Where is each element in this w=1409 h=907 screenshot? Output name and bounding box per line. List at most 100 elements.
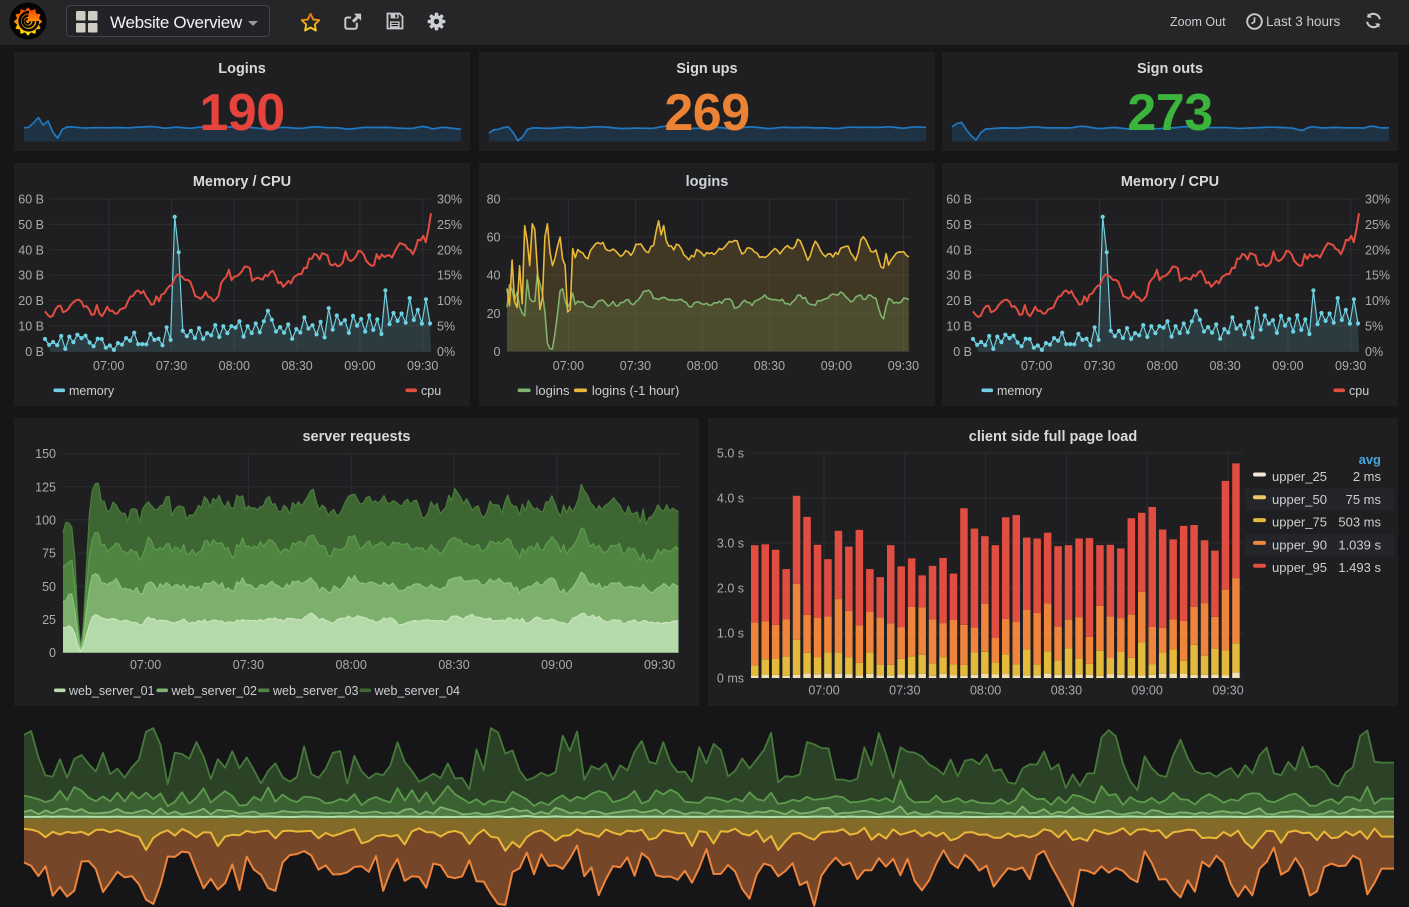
- svg-text:07:30: 07:30: [1084, 359, 1115, 373]
- svg-text:08:00: 08:00: [336, 658, 367, 672]
- svg-text:100: 100: [35, 513, 56, 527]
- svg-text:20%: 20%: [437, 243, 462, 257]
- svg-text:1.0 s: 1.0 s: [717, 627, 744, 641]
- svg-text:20 B: 20 B: [946, 294, 972, 308]
- svg-text:upper_75: upper_75: [1272, 515, 1327, 530]
- svg-text:09:30: 09:30: [1335, 359, 1366, 373]
- svg-text:08:00: 08:00: [219, 359, 250, 373]
- svg-text:08:00: 08:00: [1147, 359, 1178, 373]
- svg-text:30%: 30%: [437, 193, 462, 207]
- svg-text:08:30: 08:30: [1051, 684, 1082, 698]
- svg-text:20 B: 20 B: [18, 294, 44, 308]
- svg-text:web_server_01: web_server_01: [68, 684, 155, 698]
- svg-text:30 B: 30 B: [18, 269, 44, 283]
- svg-text:80: 80: [487, 193, 501, 207]
- svg-text:07:00: 07:00: [130, 658, 161, 672]
- svg-text:web_server_04: web_server_04: [374, 684, 461, 698]
- svg-text:50 B: 50 B: [18, 218, 44, 232]
- svg-text:5%: 5%: [1365, 320, 1383, 334]
- svg-text:15%: 15%: [1365, 269, 1390, 283]
- svg-text:09:30: 09:30: [644, 658, 675, 672]
- svg-text:client side full page load: client side full page load: [969, 429, 1137, 445]
- svg-text:Memory / CPU: Memory / CPU: [1121, 174, 1219, 190]
- svg-text:09:30: 09:30: [407, 359, 438, 373]
- svg-text:5.0 s: 5.0 s: [717, 447, 744, 461]
- svg-text:avg: avg: [1359, 452, 1381, 467]
- svg-text:08:30: 08:30: [754, 359, 785, 373]
- svg-text:memory: memory: [997, 384, 1043, 398]
- svg-text:25%: 25%: [437, 218, 462, 232]
- svg-text:upper_90: upper_90: [1272, 537, 1327, 552]
- svg-text:logins: logins: [686, 174, 729, 190]
- svg-text:2.0 s: 2.0 s: [717, 582, 744, 596]
- svg-text:cpu: cpu: [421, 384, 441, 398]
- svg-text:30%: 30%: [1365, 193, 1390, 207]
- svg-text:07:00: 07:00: [1021, 359, 1052, 373]
- svg-text:4.0 s: 4.0 s: [717, 492, 744, 506]
- svg-text:1.039 s: 1.039 s: [1338, 537, 1381, 552]
- svg-text:08:00: 08:00: [970, 684, 1001, 698]
- svg-text:50: 50: [42, 580, 56, 594]
- svg-text:07:30: 07:30: [889, 684, 920, 698]
- svg-text:09:30: 09:30: [888, 359, 919, 373]
- svg-text:60: 60: [487, 231, 501, 245]
- svg-text:40: 40: [487, 269, 501, 283]
- svg-text:0 ms: 0 ms: [717, 672, 744, 686]
- svg-text:50 B: 50 B: [946, 218, 972, 232]
- svg-text:2 ms: 2 ms: [1353, 469, 1382, 484]
- svg-text:upper_50: upper_50: [1272, 492, 1327, 507]
- svg-text:20: 20: [487, 307, 501, 321]
- svg-text:40 B: 40 B: [946, 243, 972, 257]
- svg-text:20%: 20%: [1365, 243, 1390, 257]
- svg-text:503 ms: 503 ms: [1338, 515, 1381, 530]
- svg-text:upper_25: upper_25: [1272, 469, 1327, 484]
- svg-text:08:00: 08:00: [687, 359, 718, 373]
- svg-text:3.0 s: 3.0 s: [717, 537, 744, 551]
- svg-text:logins: logins: [536, 383, 570, 398]
- svg-text:15%: 15%: [437, 269, 462, 283]
- svg-text:09:00: 09:00: [821, 359, 852, 373]
- svg-text:5%: 5%: [437, 320, 455, 334]
- svg-text:Memory / CPU: Memory / CPU: [193, 174, 291, 190]
- svg-text:07:00: 07:00: [93, 359, 124, 373]
- svg-text:25%: 25%: [1365, 218, 1390, 232]
- svg-text:07:30: 07:30: [620, 359, 651, 373]
- svg-text:08:30: 08:30: [281, 359, 312, 373]
- svg-text:server requests: server requests: [302, 429, 410, 445]
- svg-text:75 ms: 75 ms: [1346, 492, 1382, 507]
- svg-text:cpu: cpu: [1349, 384, 1369, 398]
- svg-text:10%: 10%: [437, 294, 462, 308]
- svg-text:logins (-1 hour): logins (-1 hour): [592, 383, 679, 398]
- svg-text:60 B: 60 B: [18, 193, 44, 207]
- svg-text:0 B: 0 B: [953, 345, 972, 359]
- svg-text:07:30: 07:30: [156, 359, 187, 373]
- svg-text:web_server_03: web_server_03: [272, 684, 359, 698]
- svg-text:0: 0: [494, 345, 501, 359]
- svg-text:0%: 0%: [1365, 345, 1383, 359]
- svg-text:memory: memory: [69, 384, 115, 398]
- svg-text:10 B: 10 B: [18, 320, 44, 334]
- svg-text:09:00: 09:00: [344, 359, 375, 373]
- svg-text:10 B: 10 B: [946, 320, 972, 334]
- svg-text:25: 25: [42, 613, 56, 627]
- svg-text:30 B: 30 B: [946, 269, 972, 283]
- svg-text:07:00: 07:00: [553, 359, 584, 373]
- svg-text:09:00: 09:00: [1132, 684, 1163, 698]
- svg-text:web_server_02: web_server_02: [171, 684, 258, 698]
- svg-text:upper_95: upper_95: [1272, 560, 1327, 575]
- svg-text:10%: 10%: [1365, 294, 1390, 308]
- svg-text:75: 75: [42, 547, 56, 561]
- svg-text:09:30: 09:30: [1212, 684, 1243, 698]
- svg-text:150: 150: [35, 447, 56, 461]
- svg-text:125: 125: [35, 480, 56, 494]
- svg-text:1.493 s: 1.493 s: [1338, 560, 1381, 575]
- svg-text:09:00: 09:00: [541, 658, 572, 672]
- svg-text:0%: 0%: [437, 345, 455, 359]
- svg-text:0 B: 0 B: [25, 345, 44, 359]
- svg-text:60 B: 60 B: [946, 193, 972, 207]
- svg-text:40 B: 40 B: [18, 243, 44, 257]
- svg-text:09:00: 09:00: [1272, 359, 1303, 373]
- svg-text:08:30: 08:30: [438, 658, 469, 672]
- svg-text:07:30: 07:30: [233, 658, 264, 672]
- svg-text:08:30: 08:30: [1209, 359, 1240, 373]
